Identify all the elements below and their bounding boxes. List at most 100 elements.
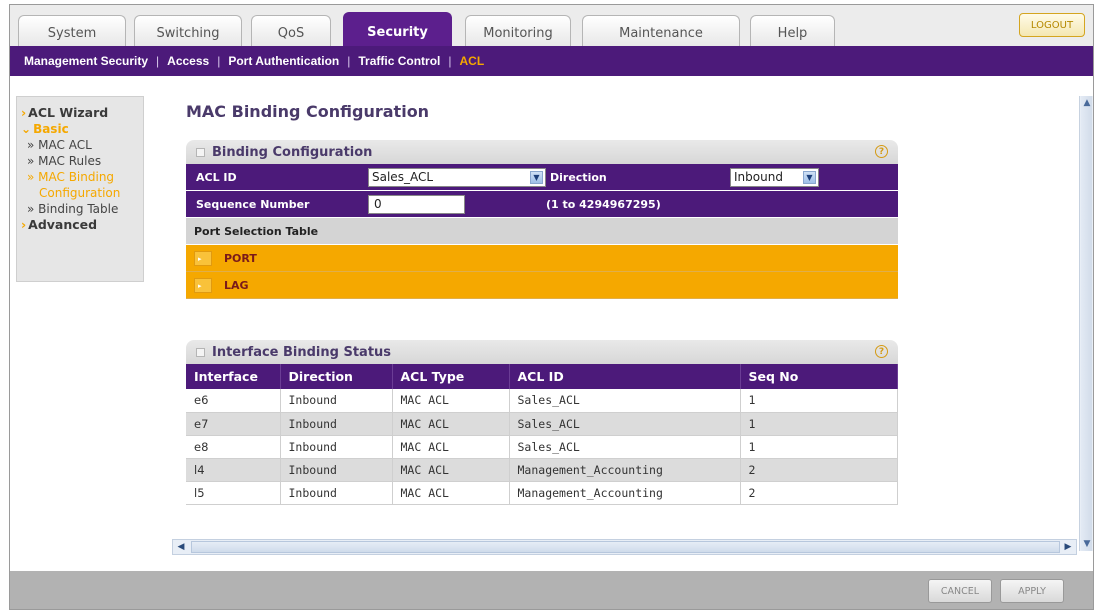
sequence-range-hint: (1 to 4294967295) [546, 197, 661, 211]
subnav-management-security[interactable]: Management Security [24, 54, 148, 68]
lag-label: LAG [224, 278, 249, 292]
collapse-icon[interactable] [196, 347, 205, 357]
chevron-down-icon[interactable]: ▼ [530, 170, 543, 184]
arrow-right-icon: › [21, 105, 27, 120]
acl-id-label: ACL ID [196, 170, 237, 184]
panel-title: Binding Configuration [212, 144, 373, 160]
cell-acl-id: Sales_ACL [509, 435, 741, 459]
column-header-direction: Direction [280, 364, 393, 389]
cancel-button[interactable]: CANCEL [928, 579, 992, 603]
acl-id-value: Sales_ACL [372, 170, 434, 184]
cell-interface: l4 [186, 458, 281, 482]
cell-acl-type: MAC ACL [392, 458, 510, 482]
cell-direction: Inbound [280, 412, 393, 436]
sequence-number-label: Sequence Number [196, 197, 310, 211]
vertical-scroll-thumb[interactable] [1081, 96, 1092, 551]
table-row[interactable]: l5 Inbound MAC ACL Management_Accounting… [186, 481, 898, 505]
nav-advanced[interactable]: › Advanced [21, 217, 143, 233]
content-area: › ACL Wizard ⌄ Basic » MAC ACL » MAC Rules… [10, 76, 1093, 571]
expand-icon[interactable]: ▸ [194, 251, 212, 266]
arrow-right-icon: › [21, 217, 27, 232]
column-header-acl-type: ACL Type [392, 364, 510, 389]
subnav-separator: | [217, 54, 221, 68]
subnav-access[interactable]: Access [167, 54, 209, 68]
table-row[interactable]: e8 Inbound MAC ACL Sales_ACL 1 [186, 435, 898, 459]
subnav-port-authentication[interactable]: Port Authentication [228, 54, 339, 68]
nav-mac-acl[interactable]: » MAC ACL [21, 137, 143, 153]
nav-binding-table[interactable]: » Binding Table [21, 201, 143, 217]
left-navigation: › ACL Wizard ⌄ Basic » MAC ACL » MAC Rules… [16, 96, 144, 282]
interface-binding-status-panel: Interface Binding Status ? Interface Dir… [186, 340, 898, 505]
scroll-down-icon[interactable]: ▼ [1080, 537, 1094, 551]
cell-direction: Inbound [280, 481, 393, 505]
footer-bar: CANCEL APPLY [10, 571, 1093, 609]
cell-acl-type: MAC ACL [392, 389, 510, 413]
nav-mac-binding-configuration[interactable]: » MAC Binding [21, 169, 143, 185]
cell-direction: Inbound [280, 389, 393, 413]
column-header-acl-id: ACL ID [509, 364, 741, 389]
direction-value: Inbound [734, 170, 783, 184]
table-row[interactable]: e6 Inbound MAC ACL Sales_ACL 1 [186, 389, 898, 413]
app-frame: System Switching QoS Security Monitoring… [9, 4, 1094, 610]
nav-mac-binding-configuration-line2[interactable]: Configuration [21, 185, 143, 201]
binding-configuration-header: Binding Configuration ? [186, 140, 898, 164]
acl-id-row: ACL ID Sales_ACL ▼ Direction Inbound ▼ [186, 164, 898, 191]
interface-binding-status-header: Interface Binding Status ? [186, 340, 898, 364]
sub-navigation: Management Security | Access | Port Auth… [10, 46, 1093, 76]
cell-acl-id: Management_Accounting [509, 458, 741, 482]
column-header-seq-no: Seq No [740, 364, 898, 389]
cell-acl-type: MAC ACL [392, 481, 510, 505]
cell-interface: e6 [186, 389, 281, 413]
table-header-row: Interface Direction ACL Type ACL ID Seq … [186, 364, 898, 389]
nav-basic[interactable]: ⌄ Basic [21, 121, 143, 137]
binding-configuration-panel: Binding Configuration ? ACL ID Sales_ACL… [186, 140, 898, 299]
cell-seq-no: 1 [740, 435, 898, 459]
page-title: MAC Binding Configuration [186, 102, 430, 121]
nav-mac-rules[interactable]: » MAC Rules [21, 153, 143, 169]
vertical-scrollbar[interactable]: ▲ ▼ [1079, 96, 1093, 551]
cell-acl-id: Management_Accounting [509, 481, 741, 505]
cell-direction: Inbound [280, 435, 393, 459]
sequence-number-input[interactable]: 0 [368, 194, 465, 214]
lag-row[interactable]: ▸ LAG [186, 272, 898, 299]
port-row[interactable]: ▸ PORT [186, 245, 898, 272]
cell-interface: l5 [186, 481, 281, 505]
subnav-traffic-control[interactable]: Traffic Control [358, 54, 440, 68]
horizontal-scroll-thumb[interactable] [191, 541, 1060, 553]
scroll-up-icon[interactable]: ▲ [1080, 96, 1094, 110]
table-row[interactable]: l4 Inbound MAC ACL Management_Accounting… [186, 458, 898, 482]
port-label: PORT [224, 251, 257, 265]
collapse-icon[interactable] [196, 147, 205, 157]
acl-id-select[interactable]: Sales_ACL ▼ [368, 167, 546, 187]
cell-acl-id: Sales_ACL [509, 389, 741, 413]
port-selection-table-row: Port Selection Table [186, 218, 898, 245]
cell-seq-no: 1 [740, 389, 898, 413]
subnav-separator: | [347, 54, 351, 68]
cell-acl-type: MAC ACL [392, 435, 510, 459]
cell-interface: e8 [186, 435, 281, 459]
help-icon[interactable]: ? [875, 145, 888, 158]
cell-acl-id: Sales_ACL [509, 412, 741, 436]
subnav-separator: | [448, 54, 452, 68]
cell-acl-type: MAC ACL [392, 412, 510, 436]
help-icon[interactable]: ? [875, 345, 888, 358]
scroll-right-icon[interactable]: ▶ [1061, 540, 1075, 554]
cell-direction: Inbound [280, 458, 393, 482]
chevron-down-icon: ⌄ [21, 122, 32, 136]
subnav-acl[interactable]: ACL [460, 54, 485, 68]
direction-label: Direction [550, 170, 607, 184]
expand-icon[interactable]: ▸ [194, 278, 212, 293]
logout-button[interactable]: LOGOUT [1019, 13, 1085, 37]
horizontal-scrollbar[interactable]: ◀ ▶ [172, 539, 1077, 555]
table-row[interactable]: e7 Inbound MAC ACL Sales_ACL 1 [186, 412, 898, 436]
scroll-left-icon[interactable]: ◀ [174, 540, 188, 554]
cell-seq-no: 1 [740, 412, 898, 436]
cell-interface: e7 [186, 412, 281, 436]
chevron-down-icon[interactable]: ▼ [803, 170, 816, 184]
direction-select[interactable]: Inbound ▼ [730, 167, 819, 187]
binding-status-table: Interface Direction ACL Type ACL ID Seq … [186, 364, 898, 505]
apply-button[interactable]: APPLY [1000, 579, 1064, 603]
nav-acl-wizard[interactable]: › ACL Wizard [21, 105, 143, 121]
column-header-interface: Interface [186, 364, 281, 389]
top-tab-bar: System Switching QoS Security Monitoring… [10, 5, 1093, 52]
